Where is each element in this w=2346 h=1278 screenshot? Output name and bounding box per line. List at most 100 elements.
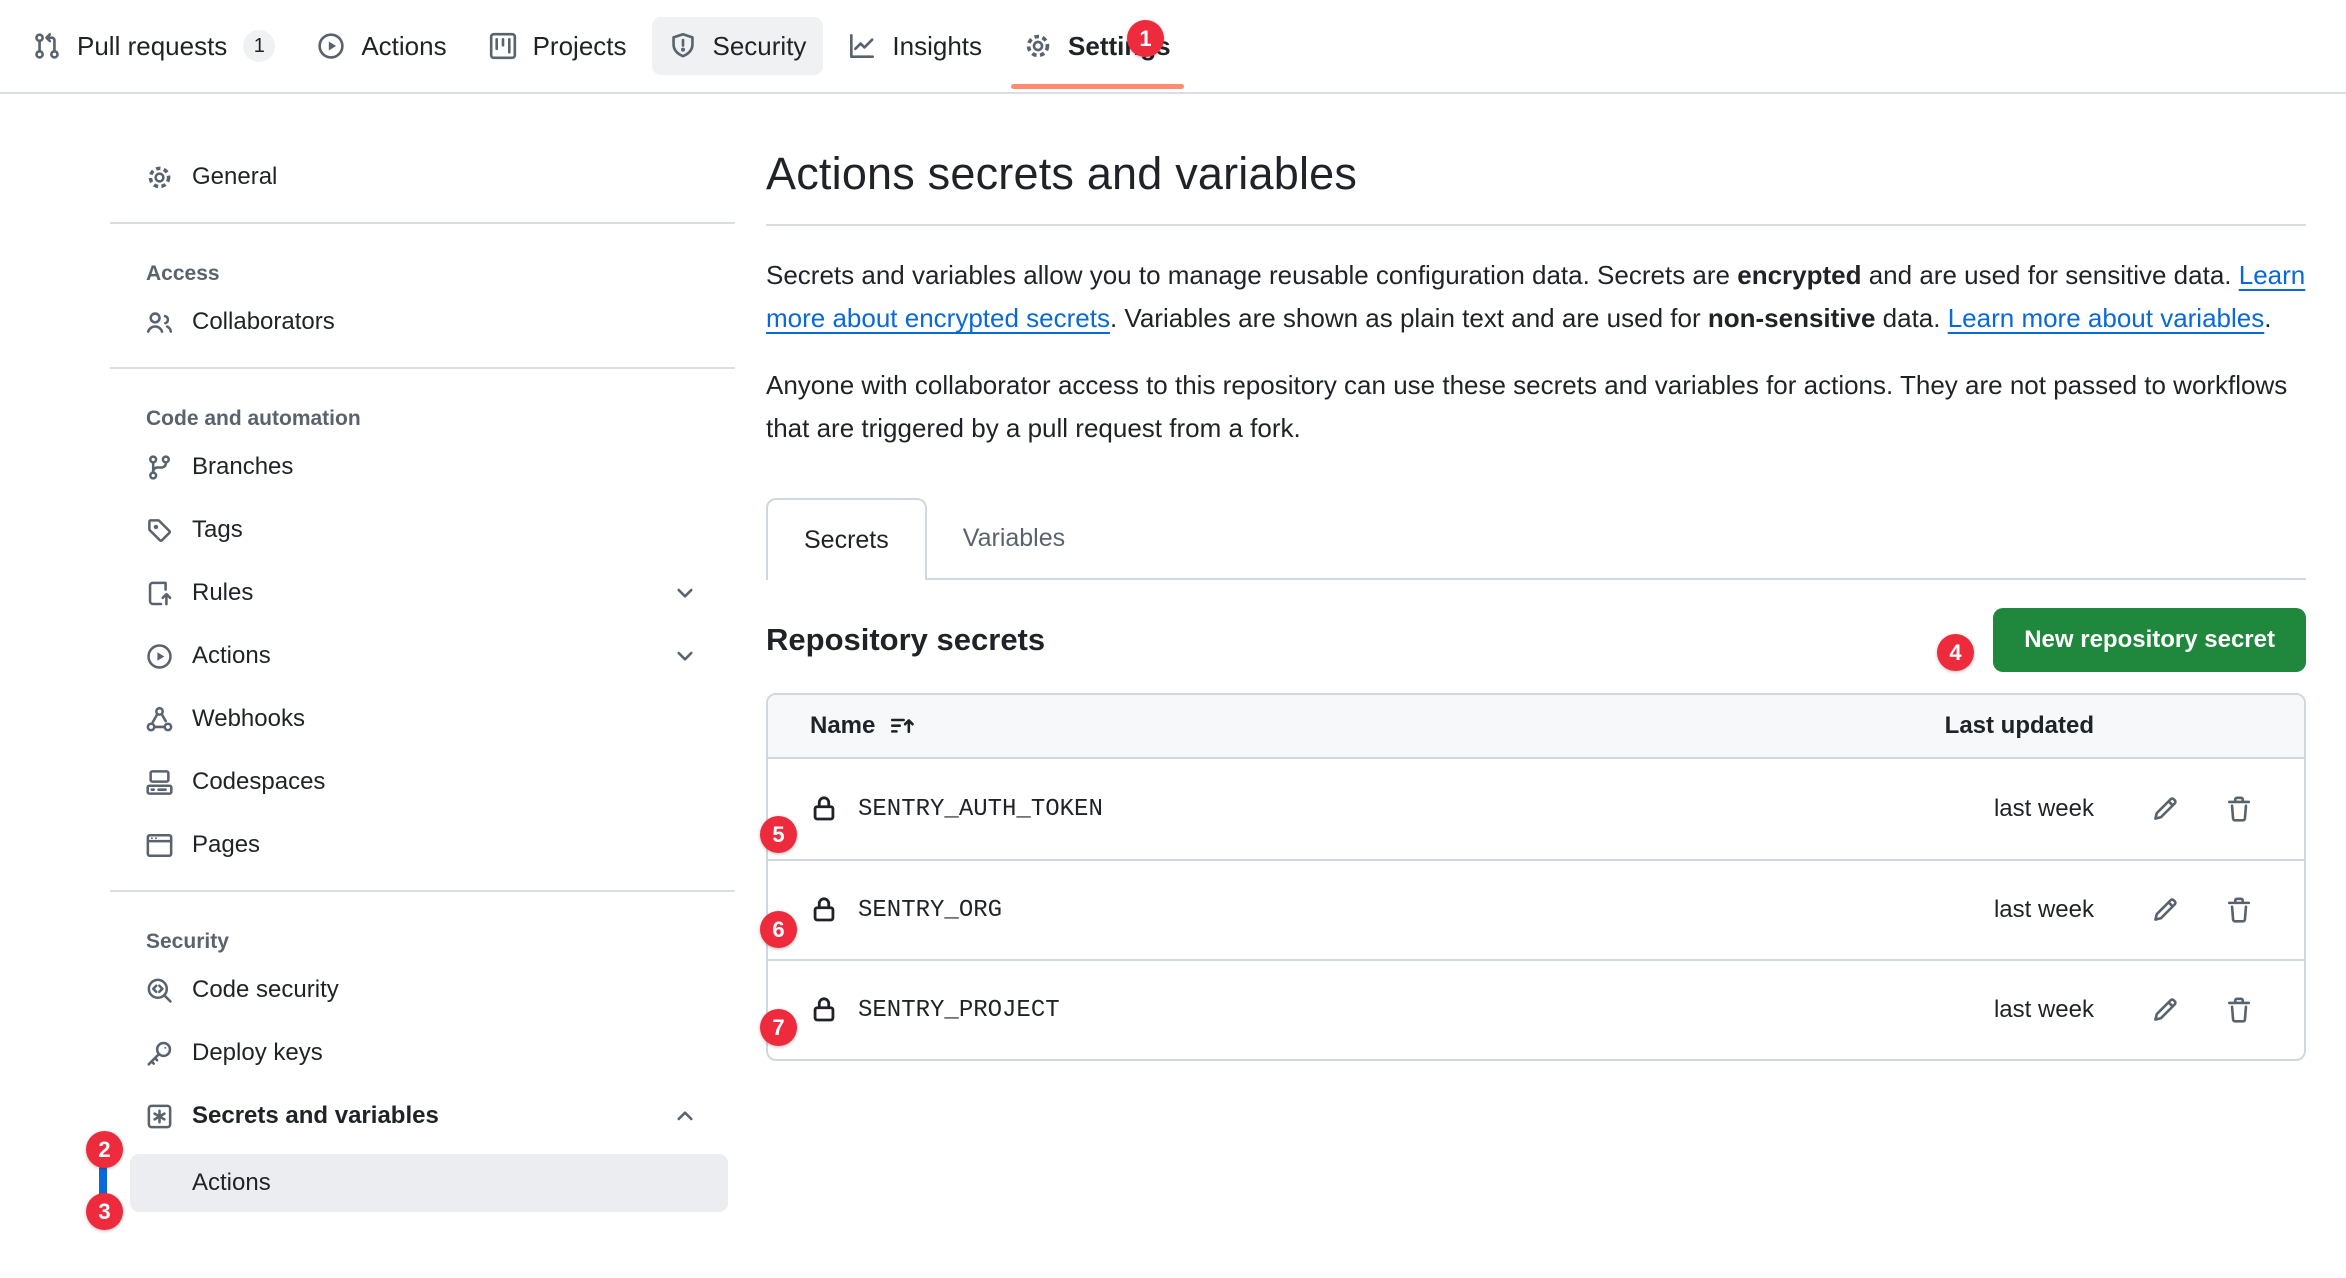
annotation-badge-4: 4 (1937, 634, 1974, 671)
browser-icon (146, 832, 173, 859)
delete-trash-icon[interactable] (2224, 995, 2254, 1025)
annotation-badge-7: 7 (760, 1009, 797, 1046)
annotation-badge-5: 5 (760, 816, 797, 853)
tab-settings[interactable]: Settings (1003, 0, 1192, 92)
repository-secrets-heading: Repository secrets (766, 622, 1045, 658)
secret-name-cell: SENTRY_AUTH_TOKEN (810, 795, 1924, 823)
tab-security[interactable]: Security (648, 0, 828, 92)
sidebar-item-label: Code security (192, 976, 339, 1004)
codescan-icon (146, 977, 173, 1004)
edit-pencil-icon[interactable] (2150, 794, 2180, 824)
repository-secrets-header-row: Repository secrets New repository secret (766, 608, 2306, 672)
intro-text: . (2264, 303, 2271, 333)
secret-name-cell: SENTRY_PROJECT (810, 996, 1924, 1024)
sidebar-item-label: Rules (192, 579, 253, 607)
gear-icon (146, 164, 173, 191)
learn-more-variables-link[interactable]: Learn more about variables (1948, 303, 2265, 333)
annotation-badge-6: 6 (760, 911, 797, 948)
tab-insights-label: Insights (892, 31, 982, 62)
play-icon (146, 643, 173, 670)
sidebar-section-code-automation: Code and automation (110, 395, 735, 443)
annotation-badge-2: 2 (86, 1131, 123, 1168)
git-branch-icon (146, 454, 173, 481)
sidebar-item-webhooks[interactable]: Webhooks (110, 695, 735, 743)
sidebar-item-secrets-and-variables[interactable]: Secrets and variables (110, 1092, 735, 1140)
shield-icon (669, 32, 697, 60)
tab-insights[interactable]: Insights (827, 0, 1003, 92)
gear-icon (1024, 32, 1052, 60)
tag-icon (146, 517, 173, 544)
sidebar-item-label: General (192, 163, 277, 191)
delete-trash-icon[interactable] (2224, 794, 2254, 824)
sidebar-subitem-actions-selected[interactable]: Actions (130, 1154, 728, 1212)
secret-updated: last week (1924, 996, 2094, 1024)
secret-updated: last week (1924, 795, 2094, 823)
tab-actions-label: Actions (361, 31, 446, 62)
sidebar-item-label: Actions (192, 642, 271, 670)
secret-row-actions (2094, 895, 2254, 925)
sidebar-section-security: Security (110, 918, 735, 966)
tab-variables-label: Variables (963, 524, 1065, 553)
graph-icon (848, 32, 876, 60)
secret-name-cell: SENTRY_ORG (810, 896, 1924, 924)
tab-actions[interactable]: Actions (296, 0, 467, 92)
sidebar-item-label: Webhooks (192, 705, 305, 733)
name-column-header[interactable]: Name (810, 712, 1924, 740)
title-divider (766, 224, 2306, 226)
sidebar-item-label: Codespaces (192, 768, 325, 796)
secret-row: SENTRY_AUTH_TOKEN last week (768, 759, 2304, 859)
tab-pull-requests[interactable]: Pull requests 1 (12, 0, 296, 92)
secret-name: SENTRY_AUTH_TOKEN (858, 796, 1103, 823)
sidebar-item-label: Collaborators (192, 308, 335, 336)
sidebar-item-label: Tags (192, 516, 243, 544)
sidebar-item-label: Deploy keys (192, 1039, 323, 1067)
edit-pencil-icon[interactable] (2150, 995, 2180, 1025)
tab-pull-requests-label: Pull requests (77, 31, 227, 62)
page-title: Actions secrets and variables (766, 148, 2306, 200)
sidebar-item-actions[interactable]: Actions (110, 632, 735, 680)
sidebar-item-pages[interactable]: Pages (110, 821, 735, 869)
annotation-badge-1: 1 (1127, 20, 1164, 57)
tab-projects[interactable]: Projects (468, 0, 648, 92)
secret-updated: last week (1924, 896, 2094, 924)
lock-icon (810, 896, 838, 924)
sidebar-item-deploy-keys[interactable]: Deploy keys (110, 1029, 735, 1077)
sidebar-item-general[interactable]: General (110, 153, 735, 201)
rules-icon (146, 580, 173, 607)
sidebar-item-codespaces[interactable]: Codespaces (110, 758, 735, 806)
project-icon (489, 32, 517, 60)
new-repository-secret-button[interactable]: New repository secret (1993, 608, 2306, 672)
sidebar-item-branches[interactable]: Branches (110, 443, 735, 491)
tab-variables[interactable]: Variables (927, 498, 1101, 578)
sidebar-item-label: Secrets and variables (192, 1102, 439, 1130)
sidebar-divider (110, 367, 735, 369)
sidebar-item-rules[interactable]: Rules (110, 569, 735, 617)
chevron-up-icon (673, 1104, 697, 1128)
secret-row: SENTRY_PROJECT last week (768, 959, 2304, 1059)
secret-row: SENTRY_ORG last week (768, 859, 2304, 959)
secrets-variables-tabnav: Secrets Variables (766, 498, 2306, 580)
repo-tab-nav: Pull requests 1 Actions Projects Securit… (0, 0, 2346, 94)
name-column-label: Name (810, 712, 875, 740)
sidebar-item-collaborators[interactable]: Collaborators (110, 298, 735, 346)
codespaces-icon (146, 769, 173, 796)
intro-text: . Variables are shown as plain text and … (1110, 303, 1708, 333)
last-updated-column-header: Last updated (1924, 712, 2094, 740)
github-settings-page: Pull requests 1 Actions Projects Securit… (0, 0, 2346, 1278)
edit-pencil-icon[interactable] (2150, 895, 2180, 925)
delete-trash-icon[interactable] (2224, 895, 2254, 925)
people-icon (146, 309, 173, 336)
secret-row-actions (2094, 995, 2254, 1025)
secret-name: SENTRY_ORG (858, 897, 1002, 924)
sidebar-item-label: Pages (192, 831, 260, 859)
intro-paragraph: Secrets and variables allow you to manag… (766, 254, 2306, 340)
sidebar-divider (110, 222, 735, 224)
sidebar-item-tags[interactable]: Tags (110, 506, 735, 554)
secret-name: SENTRY_PROJECT (858, 997, 1060, 1024)
tab-security-label: Security (713, 31, 807, 62)
sidebar-item-code-security[interactable]: Code security (110, 966, 735, 1014)
intro-text: Secrets and variables allow you to manag… (766, 260, 1737, 290)
encrypted-emphasis: encrypted (1737, 260, 1861, 290)
sidebar-divider (110, 890, 735, 892)
tab-secrets[interactable]: Secrets (766, 498, 927, 580)
